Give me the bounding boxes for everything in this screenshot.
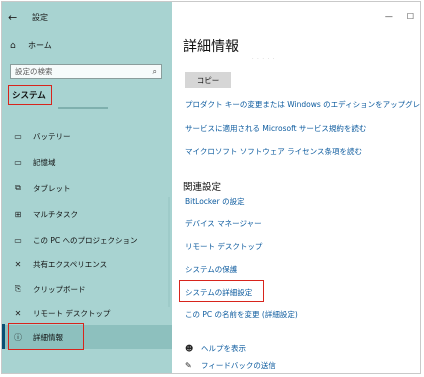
window-controls: — ☐ xyxy=(385,12,414,21)
link-system-protection[interactable]: システムの保護 xyxy=(185,264,237,275)
related-settings-title: 関連設定 xyxy=(183,182,222,193)
search-icon: ⌕ xyxy=(152,66,157,76)
sidebar-item-label: マルチタスク xyxy=(33,209,78,219)
sidebar-item-storage[interactable]: ▭ 記憶域 xyxy=(2,151,172,173)
sidebar-item-label: 記憶域 xyxy=(33,157,56,167)
clipboard-icon: ⎘ xyxy=(14,284,22,293)
window-title: 設定 xyxy=(32,12,48,22)
sidebar-item-label: 詳細情報 xyxy=(33,332,63,342)
main-content: — ☐ 詳細情報 · · · · · コピー プロダクト キーの変更または Wi… xyxy=(172,2,420,373)
sidebar: ← 設定 ⌂ ホーム 設定の検索 ⌕ システム ▭ バッテリー ▭ 記憶域 ⧉ … xyxy=(2,2,172,373)
sidebar-item-label: タブレット xyxy=(33,183,71,193)
copy-button[interactable]: コピー xyxy=(185,72,231,88)
sidebar-item-remote-desktop[interactable]: ✕ リモート デスクトップ xyxy=(2,302,172,324)
section-label-text: システム xyxy=(12,91,46,101)
sidebar-item-label: 共有エクスペリエンス xyxy=(33,259,108,269)
sidebar-item-label: バッテリー xyxy=(33,131,71,141)
link-remote-desktop[interactable]: リモート デスクトップ xyxy=(185,241,262,252)
remote-desktop-icon: ✕ xyxy=(14,308,22,318)
sidebar-item-about[interactable]: ⓘ 詳細情報 xyxy=(2,325,172,349)
home-icon: ⌂ xyxy=(10,40,16,51)
page-title: 詳細情報 xyxy=(183,39,239,55)
home-label: ホーム xyxy=(28,41,52,50)
link-service-terms[interactable]: サービスに適用される Microsoft サービス規約を読む xyxy=(185,123,366,134)
feedback-icon: ✎ xyxy=(185,361,192,370)
section-label-system: システム xyxy=(8,85,52,105)
sidebar-item-label: この PC へのプロジェクション xyxy=(33,235,138,245)
settings-window: ← 設定 ⌂ ホーム 設定の検索 ⌕ システム ▭ バッテリー ▭ 記憶域 ⧉ … xyxy=(1,1,421,374)
maximize-icon[interactable]: ☐ xyxy=(407,12,414,21)
link-license-terms[interactable]: マイクロソフト ソフトウェア ライセンス条項を読む xyxy=(185,146,362,157)
sidebar-item-clipboard[interactable]: ⎘ クリップボード xyxy=(2,278,172,300)
battery-icon: ▭ xyxy=(14,131,22,141)
sidebar-item-projection[interactable]: ▭ この PC へのプロジェクション xyxy=(2,229,172,251)
feedback-label: フィードバックの送信 xyxy=(201,361,276,370)
clipped-nav-item xyxy=(58,107,108,109)
sidebar-item-shared-experience[interactable]: ✕ 共有エクスペリエンス xyxy=(2,253,172,275)
link-advanced-system-settings[interactable]: システムの詳細設定 xyxy=(185,287,252,298)
help-link[interactable]: ☻ ヘルプを表示 xyxy=(185,343,246,354)
minimize-icon[interactable]: — xyxy=(385,12,393,21)
link-bitlocker[interactable]: BitLocker の設定 xyxy=(185,196,245,207)
sidebar-item-label: クリップボード xyxy=(33,284,86,294)
shared-experience-icon: ✕ xyxy=(14,259,22,269)
search-placeholder: 設定の検索 xyxy=(15,67,53,76)
multitask-icon: ⊞ xyxy=(14,209,22,219)
sidebar-item-label: リモート デスクトップ xyxy=(33,308,111,318)
tablet-icon: ⧉ xyxy=(15,183,21,192)
search-box[interactable]: 設定の検索 ⌕ xyxy=(10,64,162,79)
sidebar-item-multitask[interactable]: ⊞ マルチタスク xyxy=(2,203,172,225)
info-icon: ⓘ xyxy=(14,332,22,342)
help-label: ヘルプを表示 xyxy=(201,344,246,353)
feedback-link[interactable]: ✎ フィードバックの送信 xyxy=(185,360,276,371)
link-upgrade-edition[interactable]: プロダクト キーの変更または Windows のエディションをアップグレード xyxy=(185,99,420,110)
help-icon: ☻ xyxy=(185,344,194,353)
projection-icon: ▭ xyxy=(14,235,22,245)
home-nav-item[interactable]: ⌂ ホーム xyxy=(10,40,52,51)
back-arrow-icon[interactable]: ← xyxy=(8,11,22,24)
sidebar-item-tablet[interactable]: ⧉ タブレット xyxy=(2,177,172,199)
selection-indicator xyxy=(2,324,5,349)
link-rename-pc[interactable]: この PC の名前を変更 (詳細設定) xyxy=(185,309,298,320)
link-device-manager[interactable]: デバイス マネージャー xyxy=(185,218,262,229)
title-bar: ← 設定 xyxy=(8,10,48,24)
sidebar-scrollbar[interactable] xyxy=(168,197,170,307)
storage-icon: ▭ xyxy=(14,157,22,167)
faded-text-fragment: · · · · · xyxy=(252,56,276,62)
sidebar-item-battery[interactable]: ▭ バッテリー xyxy=(2,125,172,147)
